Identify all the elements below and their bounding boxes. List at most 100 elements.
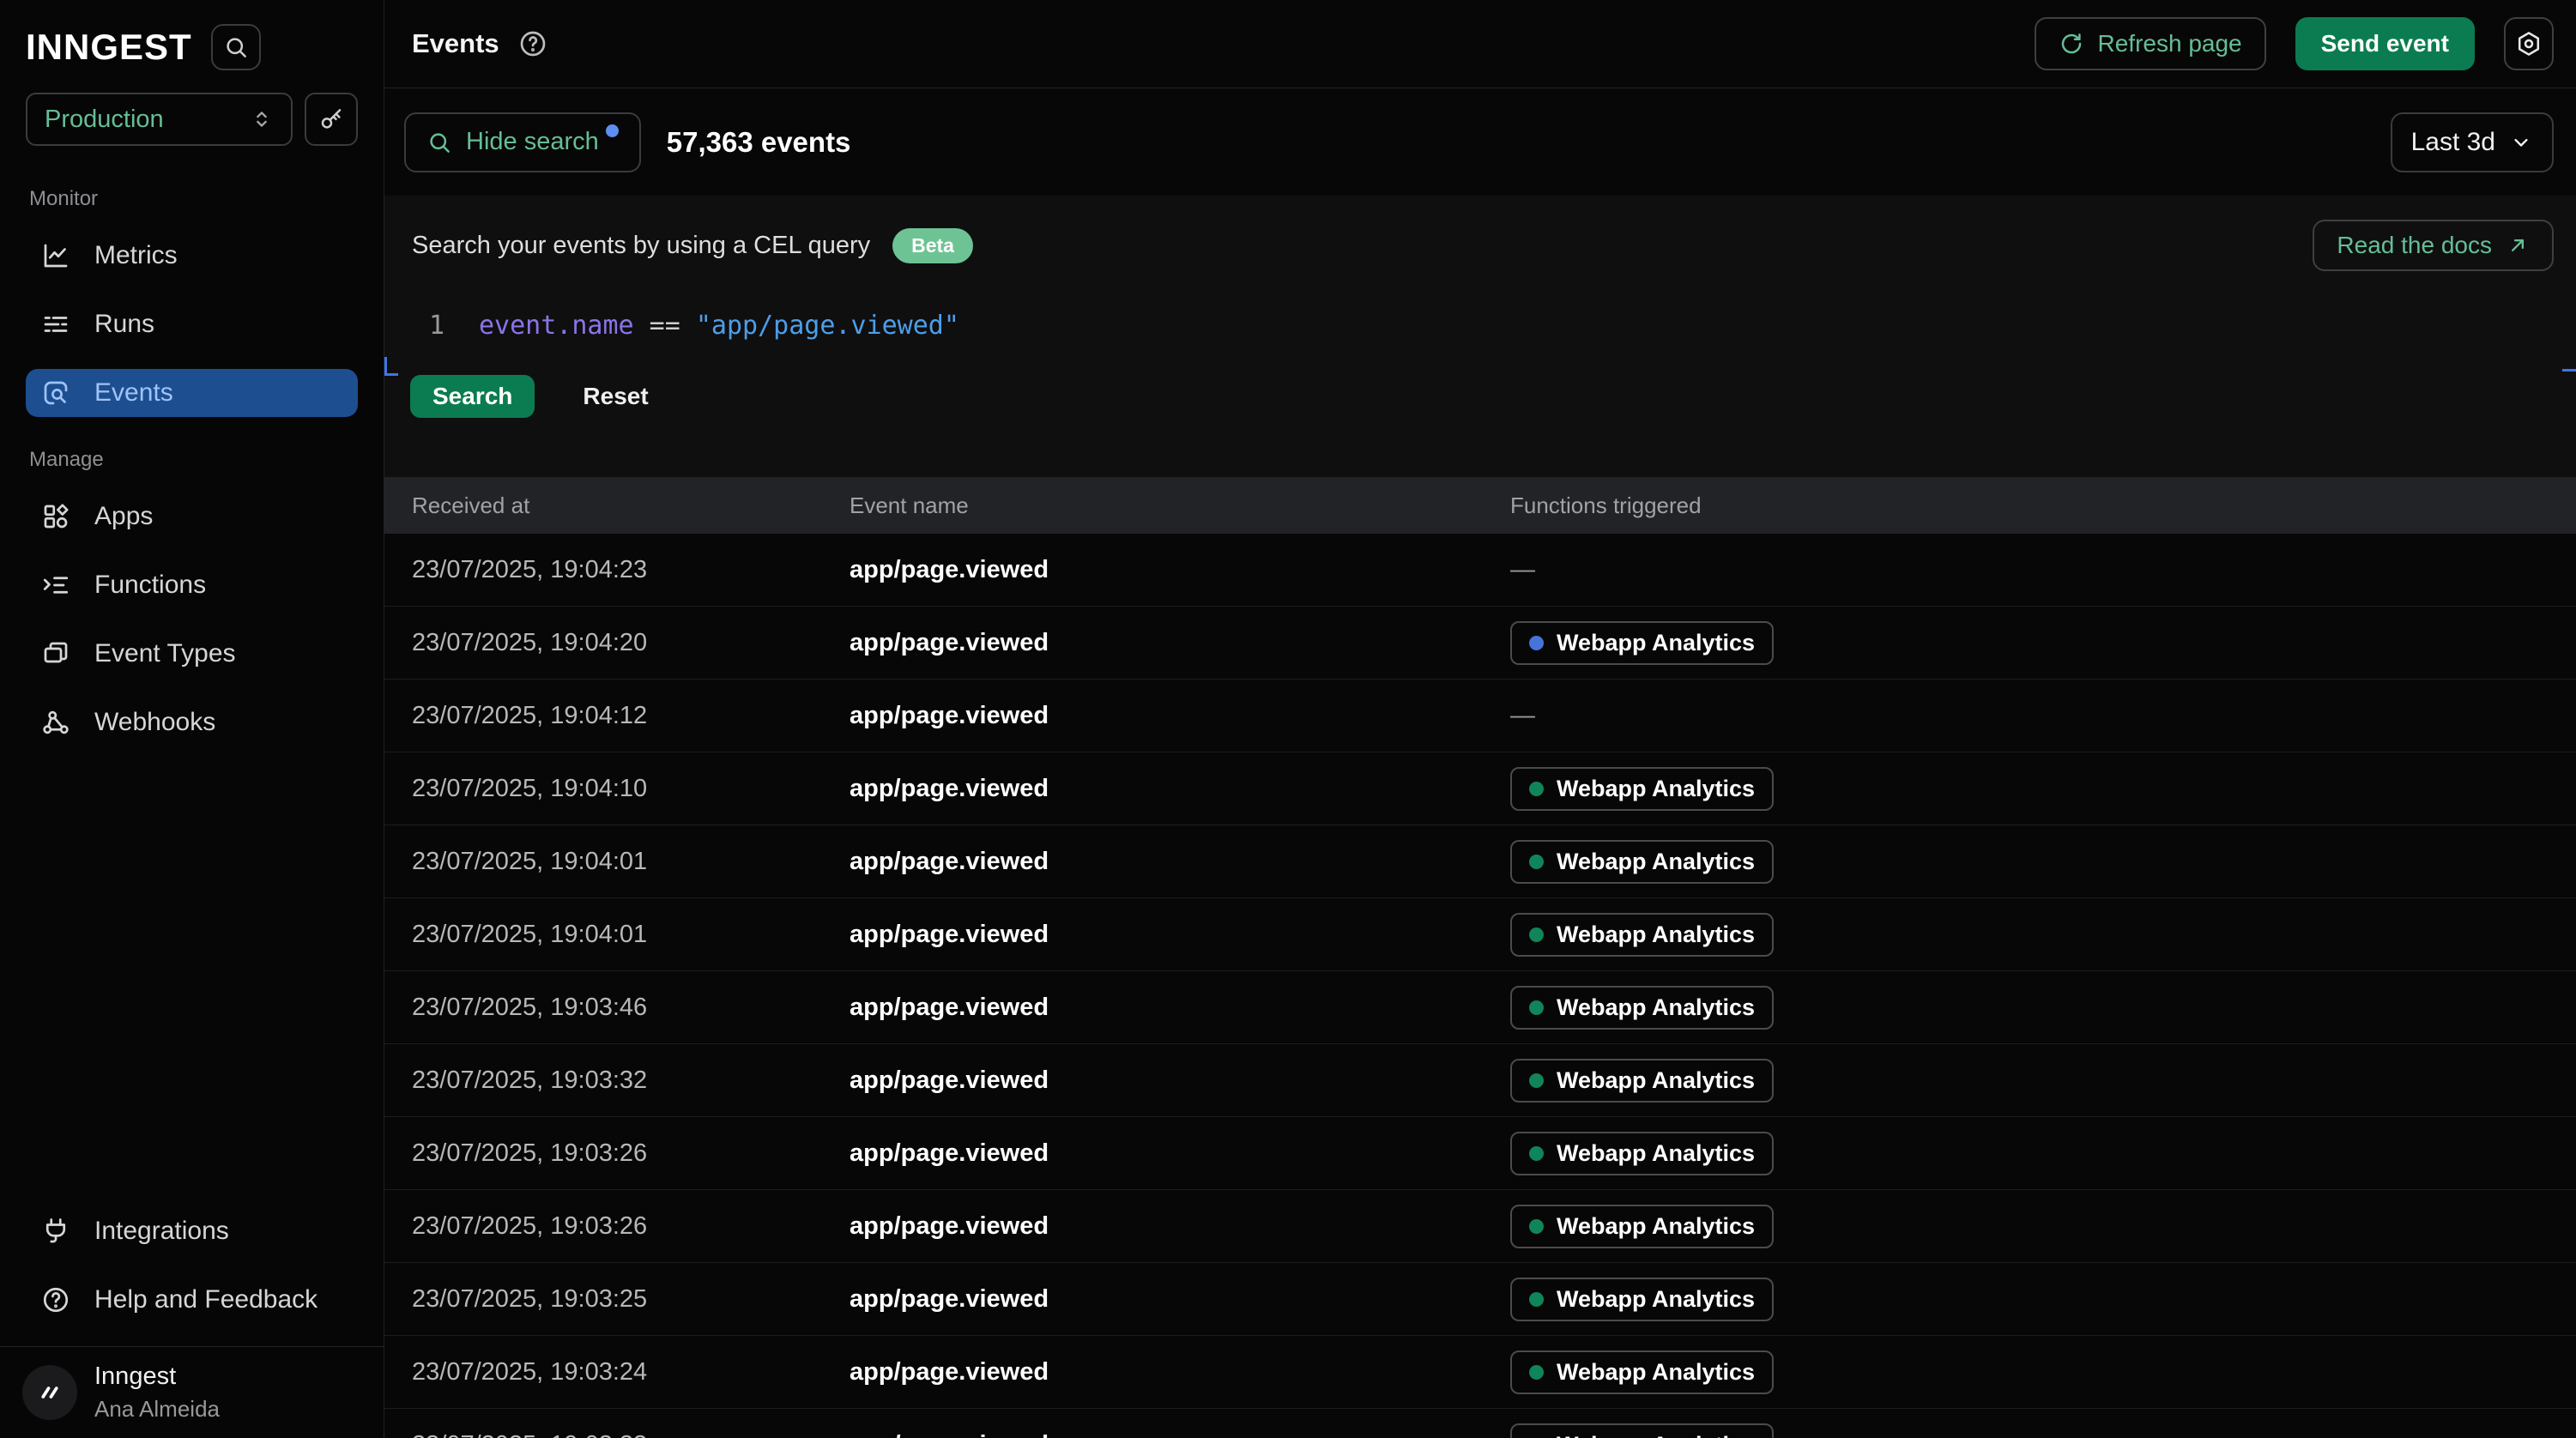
row-received-at: 23/07/2025, 19:04:10 xyxy=(384,775,850,803)
environment-label: Production xyxy=(45,106,164,134)
read-docs-label: Read the docs xyxy=(2337,232,2492,259)
function-badge[interactable]: Webapp Analytics xyxy=(1510,840,1774,884)
environment-select[interactable]: Production xyxy=(26,93,293,146)
cel-query-editor[interactable]: 1 event.name == "app/page.viewed" xyxy=(384,311,2576,341)
integrations-icon xyxy=(39,1215,72,1248)
main-content: Events Refresh page Send event xyxy=(384,0,2576,1438)
table-row[interactable]: 23/07/2025, 19:03:32 app/page.viewed Web… xyxy=(384,1044,2576,1117)
no-functions-dash: — xyxy=(1510,556,1535,583)
apps-icon xyxy=(39,500,72,533)
row-event-name: app/page.viewed xyxy=(850,775,1510,803)
beta-badge: Beta xyxy=(892,228,973,263)
table-row[interactable]: 23/07/2025, 19:04:23 app/page.viewed — xyxy=(384,534,2576,607)
row-functions-cell: Webapp Analytics xyxy=(1510,1350,2576,1394)
table-row[interactable]: 23/07/2025, 19:03:46 app/page.viewed Web… xyxy=(384,971,2576,1044)
table-row[interactable]: 23/07/2025, 19:04:12 app/page.viewed — xyxy=(384,680,2576,752)
sidebar: INNGEST Production Monitor xyxy=(0,0,384,1438)
table-row[interactable]: 23/07/2025, 19:04:01 app/page.viewed Web… xyxy=(384,825,2576,898)
sidebar-item-metrics[interactable]: Metrics xyxy=(26,232,358,280)
time-range-label: Last 3d xyxy=(2411,128,2495,157)
code-token-string: "app/page.viewed" xyxy=(696,311,959,341)
function-badge-label: Webapp Analytics xyxy=(1557,1140,1755,1167)
function-status-dot xyxy=(1529,782,1544,796)
row-functions-cell: Webapp Analytics xyxy=(1510,1423,2576,1438)
search-icon xyxy=(426,130,452,155)
sidebar-item-functions[interactable]: Functions xyxy=(26,561,358,609)
editor-corner-mark xyxy=(384,357,398,376)
table-row[interactable]: 23/07/2025, 19:04:01 app/page.viewed Web… xyxy=(384,898,2576,971)
row-event-name: app/page.viewed xyxy=(850,994,1510,1022)
reset-button[interactable]: Reset xyxy=(583,383,648,410)
event-keys-button[interactable] xyxy=(305,93,358,146)
search-button[interactable]: Search xyxy=(410,375,535,418)
table-row[interactable]: 23/07/2025, 19:03:26 app/page.viewed Web… xyxy=(384,1190,2576,1263)
row-received-at: 23/07/2025, 19:03:25 xyxy=(384,1285,850,1314)
runs-icon xyxy=(39,308,72,341)
refresh-page-button[interactable]: Refresh page xyxy=(2035,17,2266,70)
row-functions-cell: Webapp Analytics xyxy=(1510,1205,2576,1248)
sidebar-item-event-types[interactable]: Event Types xyxy=(26,630,358,678)
external-link-icon xyxy=(2506,233,2530,257)
send-event-button[interactable]: Send event xyxy=(2295,17,2475,70)
table-row[interactable]: 23/07/2025, 19:03:24 app/page.viewed Web… xyxy=(384,1336,2576,1409)
sidebar-item-label: Event Types xyxy=(94,639,236,668)
row-functions-cell: — xyxy=(1510,556,2576,584)
function-badge[interactable]: Webapp Analytics xyxy=(1510,986,1774,1030)
function-badge[interactable]: Webapp Analytics xyxy=(1510,1059,1774,1103)
row-event-name: app/page.viewed xyxy=(850,702,1510,730)
updown-chevrons-icon xyxy=(250,107,274,131)
row-event-name: app/page.viewed xyxy=(850,1431,1510,1438)
sidebar-item-help-feedback[interactable]: Help and Feedback xyxy=(26,1276,358,1324)
user-org: Inngest xyxy=(94,1362,220,1391)
row-functions-cell: Webapp Analytics xyxy=(1510,1059,2576,1103)
hide-search-button[interactable]: Hide search xyxy=(404,112,641,172)
read-docs-button[interactable]: Read the docs xyxy=(2313,220,2554,271)
function-status-dot xyxy=(1529,927,1544,942)
table-row[interactable]: 23/07/2025, 19:03:25 app/page.viewed Web… xyxy=(384,1263,2576,1336)
function-badge-label: Webapp Analytics xyxy=(1557,630,1755,656)
page-title: Events xyxy=(412,28,499,59)
sidebar-item-integrations[interactable]: Integrations xyxy=(26,1207,358,1255)
sidebar-item-events[interactable]: Events xyxy=(26,369,358,417)
function-badge[interactable]: Webapp Analytics xyxy=(1510,1132,1774,1175)
page-help-button[interactable] xyxy=(517,27,549,60)
row-event-name: app/page.viewed xyxy=(850,556,1510,584)
function-status-dot xyxy=(1529,636,1544,650)
function-badge[interactable]: Webapp Analytics xyxy=(1510,913,1774,957)
chevron-down-icon xyxy=(2509,130,2533,154)
sidebar-item-label: Apps xyxy=(94,502,153,531)
row-functions-cell: Webapp Analytics xyxy=(1510,913,2576,957)
function-badge[interactable]: Webapp Analytics xyxy=(1510,621,1774,665)
table-row[interactable]: 23/07/2025, 19:03:23 app/page.viewed Web… xyxy=(384,1409,2576,1438)
row-received-at: 23/07/2025, 19:03:46 xyxy=(384,994,850,1022)
notification-dot xyxy=(606,124,619,137)
sidebar-search-button[interactable] xyxy=(211,24,261,70)
row-received-at: 23/07/2025, 19:04:01 xyxy=(384,921,850,949)
function-status-dot xyxy=(1529,1292,1544,1307)
send-event-label: Send event xyxy=(2321,30,2449,57)
events-count: 57,363 events xyxy=(667,126,851,159)
sidebar-item-apps[interactable]: Apps xyxy=(26,492,358,541)
row-received-at: 23/07/2025, 19:04:01 xyxy=(384,848,850,876)
table-row[interactable]: 23/07/2025, 19:03:26 app/page.viewed Web… xyxy=(384,1117,2576,1190)
help-icon xyxy=(39,1284,72,1316)
sidebar-item-label: Runs xyxy=(94,310,154,339)
row-event-name: app/page.viewed xyxy=(850,921,1510,949)
sidebar-item-runs[interactable]: Runs xyxy=(26,300,358,348)
function-badge[interactable]: Webapp Analytics xyxy=(1510,767,1774,811)
table-row[interactable]: 23/07/2025, 19:04:20 app/page.viewed Web… xyxy=(384,607,2576,680)
time-range-select[interactable]: Last 3d xyxy=(2391,112,2554,172)
user-menu[interactable]: Inngest Ana Almeida xyxy=(0,1346,384,1438)
table-row[interactable]: 23/07/2025, 19:04:10 app/page.viewed Web… xyxy=(384,752,2576,825)
function-badge[interactable]: Webapp Analytics xyxy=(1510,1205,1774,1248)
settings-button[interactable] xyxy=(2504,17,2554,70)
function-badge[interactable]: Webapp Analytics xyxy=(1510,1350,1774,1394)
column-event-name: Event name xyxy=(850,492,1510,519)
row-received-at: 23/07/2025, 19:03:23 xyxy=(384,1431,850,1438)
function-badge[interactable]: Webapp Analytics xyxy=(1510,1423,1774,1438)
row-event-name: app/page.viewed xyxy=(850,1139,1510,1168)
function-badge[interactable]: Webapp Analytics xyxy=(1510,1278,1774,1321)
row-event-name: app/page.viewed xyxy=(850,629,1510,657)
cel-query-code: event.name == "app/page.viewed" xyxy=(479,311,959,341)
sidebar-item-webhooks[interactable]: Webhooks xyxy=(26,698,358,746)
